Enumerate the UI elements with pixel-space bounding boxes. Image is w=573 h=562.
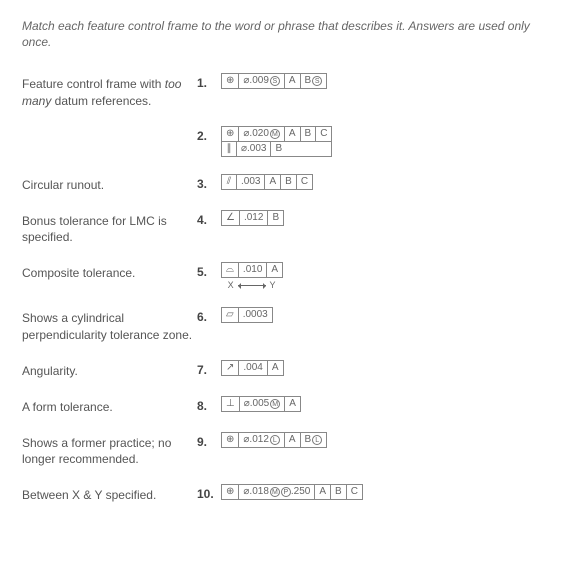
description-9: Between X & Y specified. (22, 481, 197, 503)
perpendicularity-icon: ⊥ (226, 399, 235, 409)
fcf-10: ⊕ ⌀.018MP.250 A B C (221, 481, 363, 500)
frame-number-6: 6. (197, 304, 221, 324)
frame-number-3: 3. (197, 171, 221, 191)
frame-number-8: 8. (197, 393, 221, 413)
flatness-icon: ▱ (226, 310, 234, 320)
description-4: Composite tolerance. (22, 259, 197, 281)
fcf-3: ⫽ .003 A B C (221, 171, 313, 190)
instructions: Match each feature control frame to the … (22, 18, 551, 50)
circular-runout-icon: ↗ (226, 363, 234, 373)
frame-number-2: 2. (197, 123, 221, 143)
position-icon: ⊕ (226, 435, 234, 445)
between-xy-label: X Y (221, 280, 283, 290)
frame-number-4: 4. (197, 207, 221, 227)
position-icon: ⊕ (226, 76, 234, 86)
description-5: Shows a cylindrical perpendicularity tol… (22, 304, 197, 342)
description-7: A form tolerance. (22, 393, 197, 415)
modifier-p: P (281, 487, 291, 497)
fcf-1: ⊕ ⌀.009S A BS (221, 70, 327, 89)
frame-number-1: 1. (197, 70, 221, 90)
description-6: Angularity. (22, 357, 197, 379)
position-icon: ⊕ (226, 487, 234, 497)
description-2: Circular runout. (22, 171, 197, 193)
fcf-6: ▱ .0003 (221, 304, 273, 323)
fcf-2: ⊕ ⌀.020M A B C ∥ ⌀.003 B (221, 123, 332, 157)
modifier-l: L (270, 435, 280, 445)
angularity-icon: ∠ (226, 213, 235, 223)
profile-surface-icon: ⌓ (226, 265, 234, 275)
position-icon: ⊕ (226, 129, 234, 139)
description-8: Shows a former practice; no longer recom… (22, 429, 197, 467)
fcf-7: ↗ .004 A (221, 357, 284, 376)
parallelism-icon: ∥ (227, 144, 232, 154)
fcf-9: ⊕ ⌀.012L A BL (221, 429, 327, 448)
modifier-s: S (312, 76, 322, 86)
frame-number-9: 9. (197, 429, 221, 449)
frame-number-7: 7. (197, 357, 221, 377)
parallel-icon: ⫽ (227, 177, 231, 187)
fcf-4: ∠ .012 B (221, 207, 284, 226)
frame-number-10: 10. (197, 481, 221, 501)
description-1: Feature control frame with too many datu… (22, 70, 197, 108)
fcf-5: ⌓ .010 A X Y (221, 259, 283, 290)
fcf-8: ⊥ ⌀.005M A (221, 393, 301, 412)
description-3: Bonus tolerance for LMC is specified. (22, 207, 197, 245)
modifier-s: S (270, 76, 280, 86)
frame-number-5: 5. (197, 259, 221, 279)
